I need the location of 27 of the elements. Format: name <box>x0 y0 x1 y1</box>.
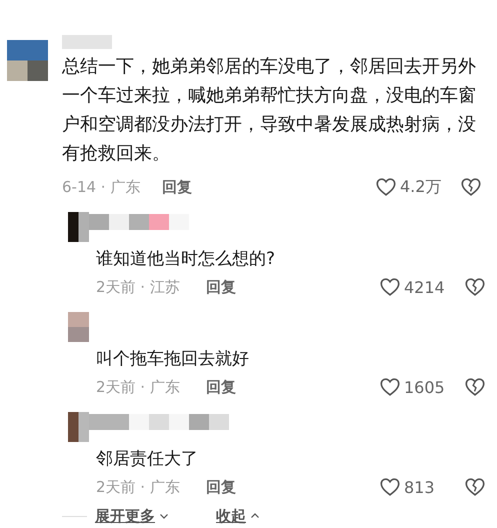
reply-text: 邻居责任大了 <box>96 448 199 471</box>
like-count: 813 <box>404 478 436 496</box>
comment-time-location: 6-14 · 广东 <box>62 178 142 196</box>
heart-icon[interactable] <box>379 276 401 298</box>
reply-link[interactable]: 回复 <box>206 278 236 296</box>
reply-text: 谁知道他当时怎么想的? <box>96 248 276 271</box>
comment-time-location: 2天前 · 江苏 <box>96 278 181 296</box>
heart-icon[interactable] <box>379 376 401 398</box>
broken-heart-icon[interactable] <box>460 176 482 198</box>
broken-heart-icon[interactable] <box>464 276 486 298</box>
collapse-link[interactable]: 收起 <box>216 506 261 526</box>
reply-text: 叫个拖车拖回去就好 <box>96 348 250 371</box>
comment-time-location: 2天前 · 广东 <box>96 478 181 496</box>
blurred-username <box>62 34 114 50</box>
reply-link[interactable]: 回复 <box>162 178 192 196</box>
heart-icon[interactable] <box>375 176 397 198</box>
heart-icon[interactable] <box>379 476 401 498</box>
comment-time-location: 2天前 · 广东 <box>96 378 181 396</box>
reply-link[interactable]: 回复 <box>206 378 236 396</box>
comment-text: 总结一下，她弟弟邻居的车没电了，邻居回去开另外一个车过来拉，喊她弟弟帮忙扶方向盘，没电的车窗户和空调都没办法打开，导致中暑发展成热射病，没有抢救回来。 <box>62 55 477 166</box>
like-count: 4.2万 <box>400 176 442 198</box>
like-count: 4214 <box>404 278 446 296</box>
expand-more-link[interactable]: 展开更多 <box>95 506 170 526</box>
like-count: 1605 <box>404 378 446 396</box>
broken-heart-icon[interactable] <box>464 376 486 398</box>
broken-heart-icon[interactable] <box>464 476 486 498</box>
reply-link[interactable]: 回复 <box>206 478 236 496</box>
